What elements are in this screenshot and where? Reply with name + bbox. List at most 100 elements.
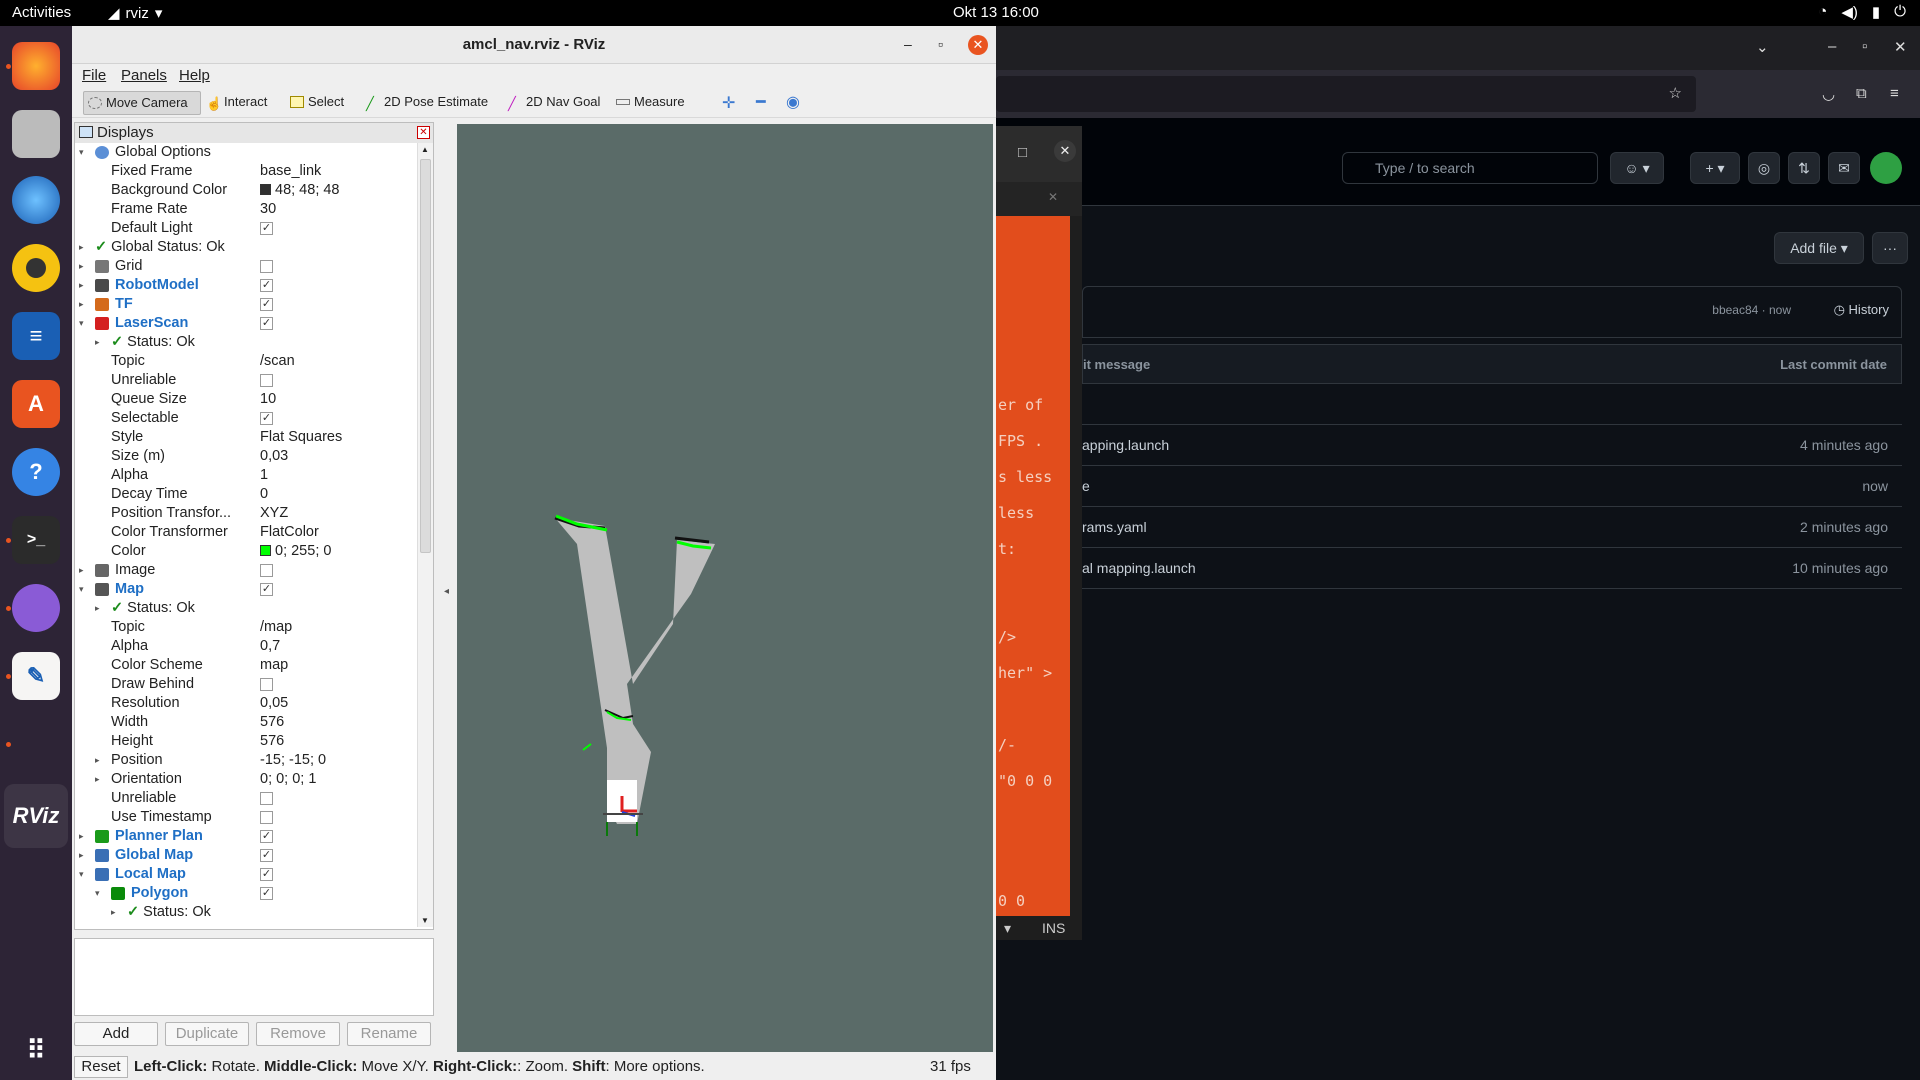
maximize-icon[interactable]: □ (1018, 144, 1027, 161)
tree-row[interactable]: ▸ ✓ Status: Ok (75, 903, 417, 922)
enable-checkbox[interactable]: ✓ (260, 583, 273, 596)
tree-row[interactable]: Unreliable (75, 789, 417, 808)
property-value[interactable]: 48; 48; 48 (260, 181, 340, 200)
minimize-icon[interactable]: – (1828, 38, 1836, 55)
property-value[interactable]: 576 (260, 732, 284, 751)
property-value[interactable]: base_link (260, 162, 321, 181)
enable-checkbox[interactable]: ✓ (260, 298, 273, 311)
text-editor-icon[interactable]: ✎ (12, 652, 60, 700)
property-value[interactable]: 1 (260, 466, 268, 485)
property-value[interactable]: Flat Squares (260, 428, 342, 447)
enable-checkbox[interactable] (260, 811, 273, 824)
add-button[interactable]: Add (74, 1022, 158, 1046)
add-tool-icon[interactable]: ✛ (722, 93, 735, 113)
collapse-arrow-icon[interactable]: ▸ (95, 333, 100, 352)
enable-checkbox[interactable]: ✓ (260, 222, 273, 235)
rhythmbox-icon[interactable] (12, 244, 60, 292)
tree-row[interactable]: Use Timestamp (75, 808, 417, 827)
tree-row[interactable]: ▸ Position -15; -15; 0 (75, 751, 417, 770)
collapse-arrow-icon[interactable]: ▸ (79, 827, 84, 846)
tree-row[interactable]: ▾ Polygon ✓ (75, 884, 417, 903)
close-icon[interactable]: ✕ (1054, 140, 1076, 162)
bookmark-star-icon[interactable]: ☆ (1669, 84, 1682, 102)
tree-row[interactable]: Alpha 1 (75, 466, 417, 485)
system-tray[interactable]: ◔ ◀) ▮ ⏻ (1818, 3, 1906, 21)
property-value[interactable]: FlatColor (260, 523, 319, 542)
collapse-arrow-icon[interactable]: ▸ (95, 770, 100, 789)
scrollbar-thumb[interactable] (420, 159, 431, 553)
property-value[interactable]: 576 (260, 713, 284, 732)
row-name[interactable]: e (1082, 478, 1090, 494)
close-icon[interactable]: ✕ (1894, 38, 1907, 56)
enable-checkbox[interactable]: ✓ (260, 412, 273, 425)
menu-panels[interactable]: Panels (121, 67, 167, 84)
table-row[interactable]: rams.yaml 2 minutes ago (1082, 507, 1902, 548)
commit-hash[interactable]: bbeac84 · now (1712, 303, 1791, 317)
editor-tab[interactable]: ✕ (996, 182, 1082, 216)
collapse-left-icon[interactable]: ◂ (444, 586, 449, 597)
tree-row[interactable]: Topic/map (75, 618, 417, 637)
app-menu[interactable]: ◢ rviz ▾ (108, 4, 162, 23)
collapse-arrow-icon[interactable]: ▸ (79, 846, 84, 865)
tree-row[interactable]: ▸ Global Map ✓ (75, 846, 417, 865)
expand-arrow-icon[interactable]: ▾ (79, 314, 84, 333)
tree-row[interactable]: ▾ Local Map ✓ (75, 865, 417, 884)
tree-row[interactable]: ▸ Grid (75, 257, 417, 276)
property-value[interactable]: /scan (260, 352, 295, 371)
minimize-icon[interactable]: – (904, 36, 912, 52)
measure-tool[interactable]: Measure (612, 91, 691, 115)
tree-row[interactable]: ▾ Map ✓ (75, 580, 417, 599)
tool-properties-icon[interactable]: ◉ (786, 92, 800, 112)
tree-row[interactable]: Default Light ✓ (75, 219, 417, 238)
collapse-arrow-icon[interactable]: ▸ (79, 276, 84, 295)
rviz-icon[interactable]: RViz (4, 784, 68, 848)
remove-button[interactable]: Remove (256, 1022, 340, 1046)
display-tree[interactable]: ▾ Global Options Fixed Frame base_link Backg… (75, 143, 417, 927)
collapse-arrow-icon[interactable]: ▸ (79, 561, 84, 580)
maximize-icon[interactable]: ▫ (1862, 38, 1867, 55)
menu-help[interactable]: Help (179, 67, 210, 84)
tree-row[interactable]: Topic/scan (75, 352, 417, 371)
tree-row[interactable]: ▸ Image (75, 561, 417, 580)
tree-row[interactable]: ▸ ✓ Status: Ok (75, 333, 417, 352)
enable-checkbox[interactable]: ✓ (260, 279, 273, 292)
tree-row[interactable]: Draw Behind (75, 675, 417, 694)
address-bar[interactable]: ☆ (996, 76, 1696, 112)
maximize-icon[interactable]: ▫ (938, 36, 943, 52)
scroll-up-icon[interactable]: ▲ (421, 145, 429, 154)
issues-icon[interactable]: ◎ (1748, 152, 1780, 184)
remove-tool-icon[interactable]: ━ (756, 92, 766, 112)
tree-row[interactable]: ▸ TF ✓ (75, 295, 417, 314)
3d-render-view[interactable] (457, 124, 993, 1052)
reset-button[interactable]: Reset (74, 1056, 128, 1078)
firefox-icon[interactable] (12, 42, 60, 90)
writer-icon[interactable]: ≡ (12, 312, 60, 360)
property-value[interactable]: 30 (260, 200, 276, 219)
software-icon[interactable]: A (12, 380, 60, 428)
enable-checkbox[interactable]: ✓ (260, 849, 273, 862)
row-name[interactable]: rams.yaml (1082, 519, 1147, 535)
enable-checkbox[interactable]: ✓ (260, 317, 273, 330)
collapse-arrow-icon[interactable]: ▸ (79, 238, 84, 257)
tree-row[interactable]: ▸ ✓ Global Status: Ok (75, 238, 417, 257)
select-tool[interactable]: Select (286, 91, 350, 115)
enable-checkbox[interactable]: ✓ (260, 868, 273, 881)
table-row[interactable]: apping.launch 4 minutes ago (1082, 425, 1902, 466)
interact-tool[interactable]: ☝ Interact (202, 91, 273, 115)
duplicate-button[interactable]: Duplicate (165, 1022, 249, 1046)
property-value[interactable]: 0; 0; 0; 1 (260, 770, 316, 789)
tree-row[interactable]: Fixed Frame base_link (75, 162, 417, 181)
move-camera-tool[interactable]: Move Camera (83, 91, 201, 115)
enable-checkbox[interactable]: ✓ (260, 887, 273, 900)
tree-row[interactable]: ▾ Global Options (75, 143, 417, 162)
copilot-button[interactable]: ☺ ▾ (1610, 152, 1664, 184)
tree-row[interactable]: Selectable ✓ (75, 409, 417, 428)
expand-arrow-icon[interactable]: ▾ (79, 143, 84, 162)
tree-row[interactable]: Style Flat Squares (75, 428, 417, 447)
pose-estimate-tool[interactable]: ╱ 2D Pose Estimate (362, 91, 494, 115)
close-panel-icon[interactable]: ✕ (417, 126, 430, 139)
property-value[interactable]: 10 (260, 390, 276, 409)
tree-row[interactable]: Height 576 (75, 732, 417, 751)
apps-grid-icon[interactable]: ⠿ (12, 1026, 60, 1074)
enable-checkbox[interactable] (260, 678, 273, 691)
